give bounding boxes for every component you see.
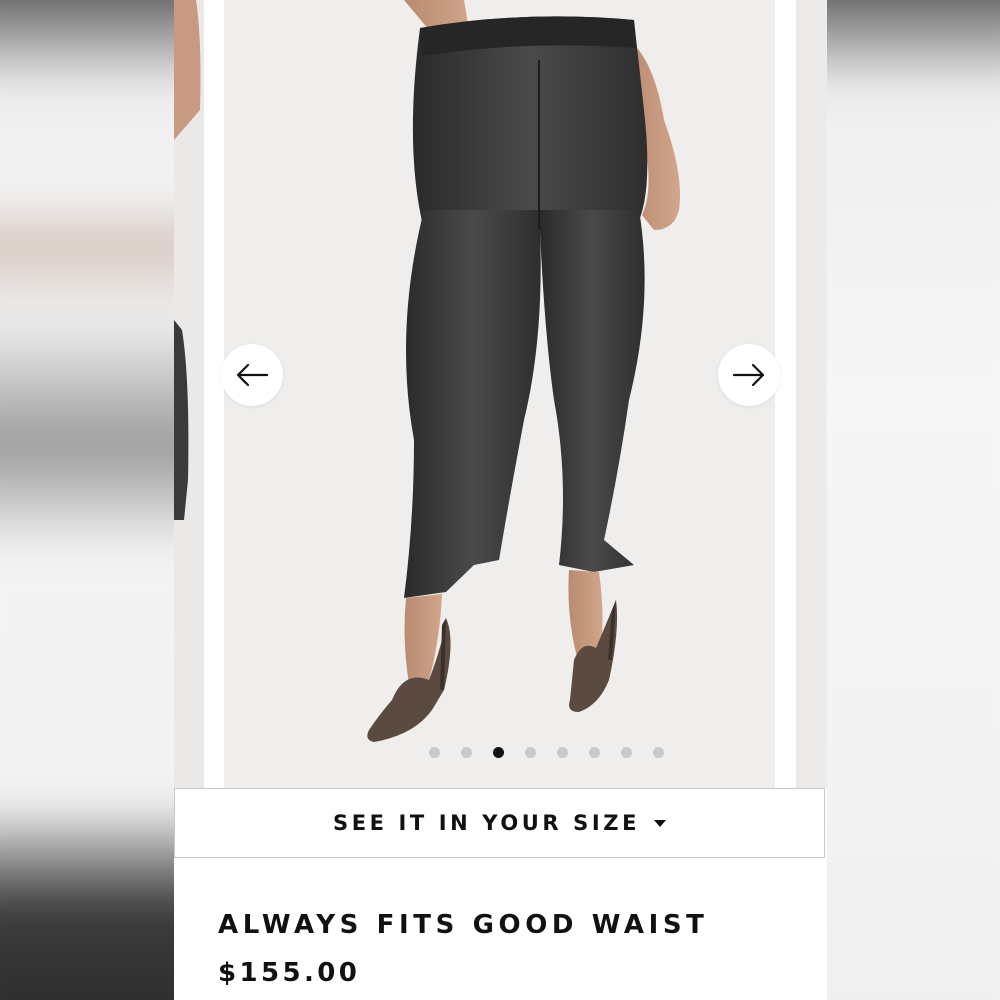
arrow-right-icon	[732, 363, 765, 387]
carousel-dot[interactable]	[557, 747, 568, 758]
carousel-next-button[interactable]	[718, 344, 780, 406]
carousel-dot[interactable]	[589, 747, 600, 758]
product-image-carousel	[174, 0, 827, 788]
product-price: $155.00	[218, 958, 361, 988]
blurred-backdrop-left	[0, 0, 174, 1000]
carousel-dot[interactable]	[461, 747, 472, 758]
carousel-dot[interactable]	[621, 747, 632, 758]
jeans-model-image	[367, 0, 680, 742]
carousel-dot[interactable]	[525, 747, 536, 758]
size-button-label: SEE IT IN YOUR SIZE	[332, 811, 641, 835]
product-title: ALWAYS FITS GOOD WAIST	[218, 910, 709, 940]
next-slide-peek	[796, 0, 827, 788]
product-page: SEE IT IN YOUR SIZE ALWAYS FITS GOOD WAI…	[174, 0, 827, 1000]
see-it-in-your-size-button[interactable]: SEE IT IN YOUR SIZE	[174, 788, 825, 858]
carousel-dot-active[interactable]	[493, 747, 504, 758]
caret-down-icon	[654, 819, 667, 827]
previous-slide-peek	[174, 0, 204, 788]
arrow-left-icon	[236, 363, 269, 387]
carousel-dot[interactable]	[653, 747, 664, 758]
product-image	[224, 0, 775, 788]
carousel-prev-button[interactable]	[221, 344, 283, 406]
blurred-backdrop-right	[827, 0, 1000, 1000]
carousel-pagination	[429, 747, 664, 758]
carousel-dot[interactable]	[429, 747, 440, 758]
